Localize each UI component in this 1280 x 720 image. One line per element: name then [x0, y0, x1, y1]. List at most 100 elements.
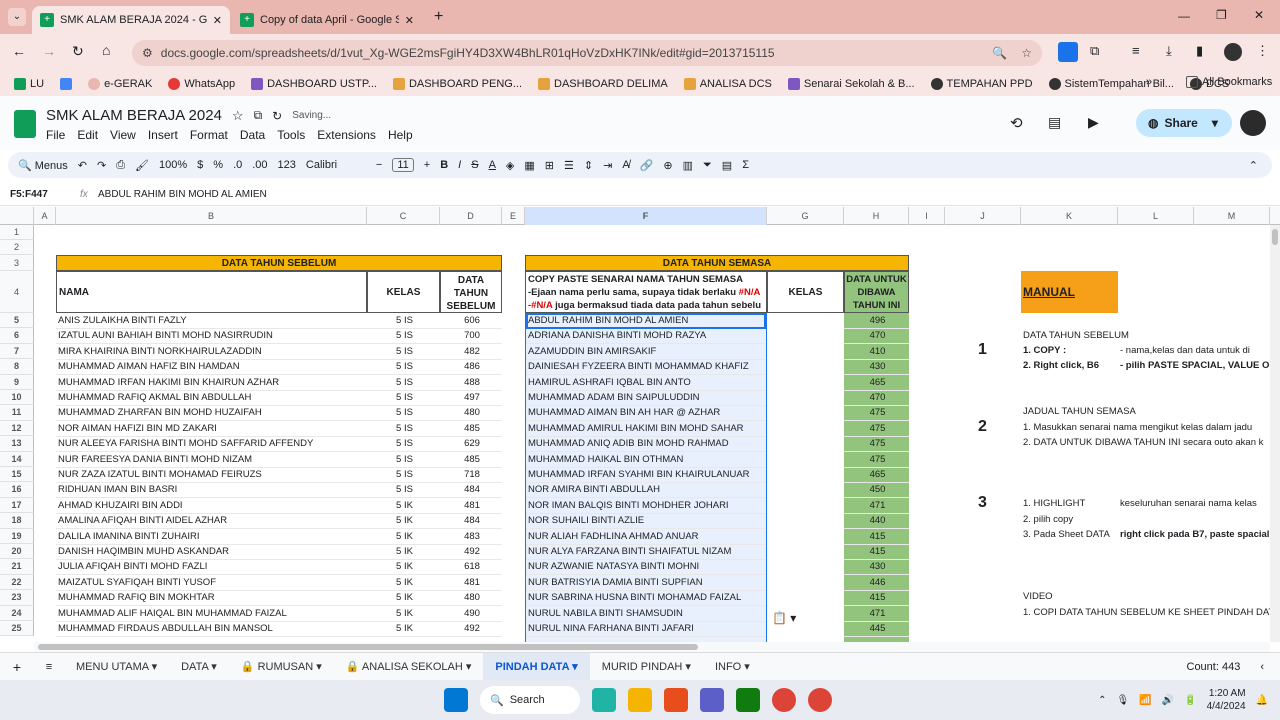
chevron-down-icon[interactable]: ▾ — [463, 661, 472, 673]
explore-icon[interactable]: ‹ — [1260, 661, 1264, 673]
bookmark-item[interactable]: DASHBOARD PENG... — [387, 78, 528, 90]
current-student-name-cell[interactable]: NOR AMIRA BINTI ABDULLAH — [526, 482, 766, 499]
download-icon[interactable]: ⤓ — [1166, 43, 1172, 59]
student-name-cell[interactable]: MUHAMMAD ALIF HAIQAL BIN MUHAMMAD FAIZAL — [56, 606, 367, 622]
current-student-name-cell[interactable]: NUR SABRINA HUSNA BINTI MOHAMAD FAIZAL — [526, 590, 766, 607]
filter-views-icon[interactable]: ▤ — [722, 159, 732, 172]
current-student-name-cell[interactable]: AZAMUDDIN BIN AMIRSAKIF — [526, 344, 766, 360]
font-size-minus-icon[interactable]: − — [376, 159, 382, 171]
current-student-name-cell[interactable]: NOR IMAN BALQIS BINTI MOHDHER JOHARI — [526, 498, 766, 514]
move-icon[interactable]: ⧉ — [254, 108, 263, 123]
current-student-name-cell[interactable]: MUHAMMAD HAIKAL BIN OTHMAN — [526, 452, 766, 468]
data-dibawa-cell[interactable]: 445 — [844, 621, 909, 637]
data-dibawa-cell[interactable]: 475 — [844, 436, 909, 453]
kelas-cell[interactable]: 5 IK — [367, 575, 440, 591]
formula-input[interactable]: ABDUL RAHIM BIN MOHD AL AMIEN — [98, 189, 267, 200]
current-student-name-cell[interactable]: NUR ALYA FARZANA BINTI SHAIFATUL NIZAM — [526, 544, 766, 560]
student-name-cell[interactable]: DALILA IMANINA BINTI ZUHAIRI — [56, 529, 367, 545]
data-dibawa-cell[interactable]: 465 — [844, 467, 909, 483]
font-size-plus-icon[interactable]: + — [424, 159, 430, 171]
extension-new-icon[interactable] — [1058, 42, 1078, 62]
data-cell[interactable]: 484 — [440, 482, 502, 499]
data-cell[interactable]: 481 — [440, 498, 502, 514]
row-header[interactable]: 11 — [0, 405, 34, 421]
restore-icon[interactable]: ❐ — [1216, 8, 1227, 22]
wrap-icon[interactable]: ⇥ — [603, 159, 612, 172]
data-dibawa-cell[interactable]: 475 — [844, 452, 909, 468]
sheet-tab[interactable]: INFO ▾ — [703, 653, 762, 681]
kelas-cell[interactable]: 5 IS — [367, 375, 440, 391]
kelas-cell[interactable]: 5 IK — [367, 544, 440, 560]
more-formats-button[interactable]: 123 — [278, 159, 296, 171]
data-dibawa-cell[interactable]: 475 — [844, 405, 909, 422]
close-icon[interactable]: ✕ — [405, 14, 414, 27]
new-tab-icon[interactable]: + — [434, 8, 443, 26]
browser-tab-active[interactable]: + SMK ALAM BERAJA 2024 - Goo ✕ — [32, 6, 230, 34]
bookmark-item[interactable]: ANALISA DCS — [678, 78, 778, 90]
row-header[interactable]: 20 — [0, 544, 34, 560]
current-student-name-cell[interactable]: NOR SUHAILI BINTI AZLIE — [526, 513, 766, 530]
kelas-cell[interactable]: 5 IK — [367, 529, 440, 545]
student-name-cell[interactable]: MUHAMMAD RAFIQ BIN MOKHTAR — [56, 590, 367, 607]
menu-view[interactable]: View — [110, 128, 136, 142]
row-header[interactable]: 9 — [0, 374, 34, 390]
column-header[interactable]: L — [1118, 207, 1194, 225]
chevron-down-icon[interactable]: ▾ — [208, 661, 217, 673]
bold-icon[interactable]: B — [440, 159, 448, 171]
current-student-name-cell[interactable]: DAINIESAH FYZEERA BINTI MOHAMMAD KHAFIZ — [526, 359, 766, 376]
student-name-cell[interactable]: MAIZATUL SYAFIQAH BINTI YUSOF — [56, 575, 367, 591]
row-header[interactable]: 17 — [0, 497, 34, 514]
percent-button[interactable]: % — [213, 159, 223, 171]
minimize-icon[interactable]: — — [1178, 9, 1190, 23]
chevron-down-icon[interactable]: ▾ — [1212, 116, 1218, 130]
current-student-name-cell[interactable]: NUR AZWANIE NATASYA BINTI MOHNI — [526, 559, 766, 576]
chevron-down-icon[interactable]: ▾ — [569, 661, 578, 673]
kelas-cell[interactable]: 5 IK — [367, 498, 440, 514]
bookmark-item[interactable]: Senarai Sekolah & B... — [782, 78, 921, 90]
scrollbar-thumb[interactable] — [38, 644, 698, 650]
menu-insert[interactable]: Insert — [148, 128, 178, 142]
row-header[interactable]: 3 — [0, 255, 34, 271]
kelas-cell[interactable]: 5 IK — [367, 590, 440, 607]
menu-edit[interactable]: Edit — [77, 128, 98, 142]
data-cell[interactable]: 482 — [440, 344, 502, 360]
data-dibawa-cell[interactable]: 471 — [844, 498, 909, 514]
bookmark-item[interactable]: WhatsApp — [162, 78, 241, 90]
sheet-tab[interactable]: DATA ▾ — [169, 653, 229, 681]
valign-icon[interactable]: ⇕ — [584, 159, 593, 172]
media-icon[interactable]: ≡ — [1132, 43, 1140, 58]
row-header[interactable]: 14 — [0, 451, 34, 467]
menu-format[interactable]: Format — [190, 128, 228, 142]
zoom-select[interactable]: 100% — [159, 159, 187, 171]
site-info-icon[interactable]: ⚙ — [142, 46, 153, 60]
vertical-scrollbar[interactable] — [1270, 225, 1280, 642]
sheet-tab[interactable]: 🔒 RUMUSAN ▾ — [229, 653, 334, 681]
increase-decimal-button[interactable]: .00 — [252, 159, 267, 171]
menu-file[interactable]: File — [46, 128, 65, 142]
tab-search-icon[interactable]: ⌄ — [8, 8, 26, 26]
italic-icon[interactable]: I — [458, 159, 461, 171]
kelas-cell[interactable]: 5 IS — [367, 359, 440, 376]
bookmark-item[interactable]: DASHBOARD DELIMA — [532, 78, 674, 90]
kelas-cell[interactable]: 5 IK — [367, 606, 440, 622]
kelas-cell[interactable]: 5 IS — [367, 452, 440, 468]
paint-format-icon[interactable]: 🖌 — [135, 159, 149, 172]
menu-data[interactable]: Data — [240, 128, 265, 142]
current-student-name-cell[interactable]: MUHAMMAD AMIRUL HAKIMI BIN MOHD SAHAR — [526, 421, 766, 437]
student-name-cell[interactable]: AMALINA AFIQAH BINTI AIDEL AZHAR — [56, 513, 367, 530]
bookmark-item[interactable] — [54, 78, 78, 90]
xbox-icon[interactable] — [736, 688, 760, 712]
current-student-name-cell[interactable]: HAMIRUL ASHRAFI IQBAL BIN ANTO — [526, 375, 766, 391]
chart-icon[interactable]: ▥ — [683, 159, 693, 172]
chrome-icon[interactable] — [772, 688, 796, 712]
data-cell[interactable]: 606 — [440, 313, 502, 329]
chevron-down-icon[interactable]: ▾ — [149, 661, 158, 673]
student-name-cell[interactable]: MUHAMMAD AIMAN HAFIZ BIN HAMDAN — [56, 359, 367, 376]
column-header[interactable]: B — [56, 207, 367, 225]
student-name-cell[interactable]: MUHAMMAD ZHARFAN BIN MOHD HUZAIFAH — [56, 405, 367, 422]
student-name-cell[interactable]: IZATUL AUNI BAHIAH BINTI MOHD NASIRRUDIN — [56, 328, 367, 345]
data-cell[interactable]: 485 — [440, 421, 502, 437]
extensions-icon[interactable]: ⧉ — [1090, 43, 1099, 59]
menu-help[interactable]: Help — [388, 128, 413, 142]
star-icon[interactable]: ☆ — [232, 108, 244, 124]
